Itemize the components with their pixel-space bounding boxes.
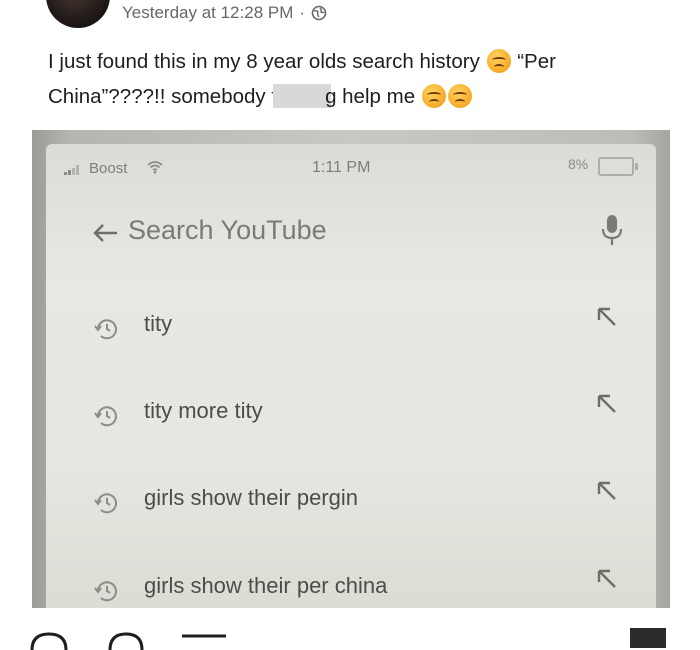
carrier-name: Boost (89, 160, 128, 177)
arrow-up-left-icon[interactable] (594, 478, 620, 504)
post-text-part1: I just found this in my 8 year olds sear… (48, 50, 486, 73)
like-icon[interactable] (28, 630, 70, 650)
history-clock-icon (94, 581, 117, 602)
phone-screen: Boost 1:11 PM 8% Search YouTube tity tit… (46, 144, 656, 608)
post-text-part3: g help me (325, 85, 421, 108)
wifi-icon (147, 161, 163, 174)
arrow-up-left-icon[interactable] (594, 391, 620, 417)
history-item-label: tity (144, 311, 173, 336)
history-item[interactable]: girls show their per china (46, 566, 656, 608)
signal-icon (64, 165, 82, 175)
post-photo[interactable]: Boost 1:11 PM 8% Search YouTube tity tit… (32, 130, 670, 608)
persevering-face-emoji-icon (447, 84, 472, 108)
timestamp-separator: · (299, 3, 306, 22)
status-time: 1:11 PM (312, 159, 371, 176)
battery-icon (598, 157, 638, 176)
profile-avatar[interactable] (46, 0, 110, 28)
history-item-label: tity more tity (144, 398, 263, 423)
post-body: I just found this in my 8 year olds sear… (48, 44, 648, 114)
post-timestamp-row: Yesterday at 12:28 PM · (122, 3, 327, 23)
battery-percent: 8% (568, 156, 589, 172)
share-icon[interactable] (180, 630, 228, 650)
history-clock-icon (94, 406, 117, 427)
arrow-left-icon[interactable] (91, 222, 121, 244)
arrow-up-left-icon[interactable] (594, 566, 620, 592)
phone-status-bar: Boost 1:11 PM 8% (46, 144, 656, 184)
more-options-icon[interactable] (630, 628, 666, 648)
history-item[interactable]: tity more tity (46, 391, 656, 477)
microphone-icon[interactable] (600, 213, 624, 247)
history-clock-icon (94, 493, 117, 514)
comment-icon[interactable] (106, 630, 146, 650)
arrow-up-left-icon[interactable] (594, 304, 620, 330)
history-item-label: girls show their pergin (144, 485, 358, 510)
history-item[interactable]: girls show their pergin (46, 478, 656, 564)
globe-icon (311, 5, 327, 21)
history-item-label: girls show their per china (144, 573, 388, 598)
persevering-face-emoji-icon (486, 49, 511, 73)
youtube-search-bar (46, 204, 656, 264)
persevering-face-emoji-icon (421, 84, 446, 108)
search-input[interactable] (128, 210, 558, 250)
history-clock-icon (94, 319, 117, 340)
post-timestamp[interactable]: Yesterday at 12:28 PM (122, 3, 293, 23)
post-action-bar (0, 608, 700, 650)
history-item[interactable]: tity (46, 304, 656, 390)
censor-blur (273, 84, 332, 108)
